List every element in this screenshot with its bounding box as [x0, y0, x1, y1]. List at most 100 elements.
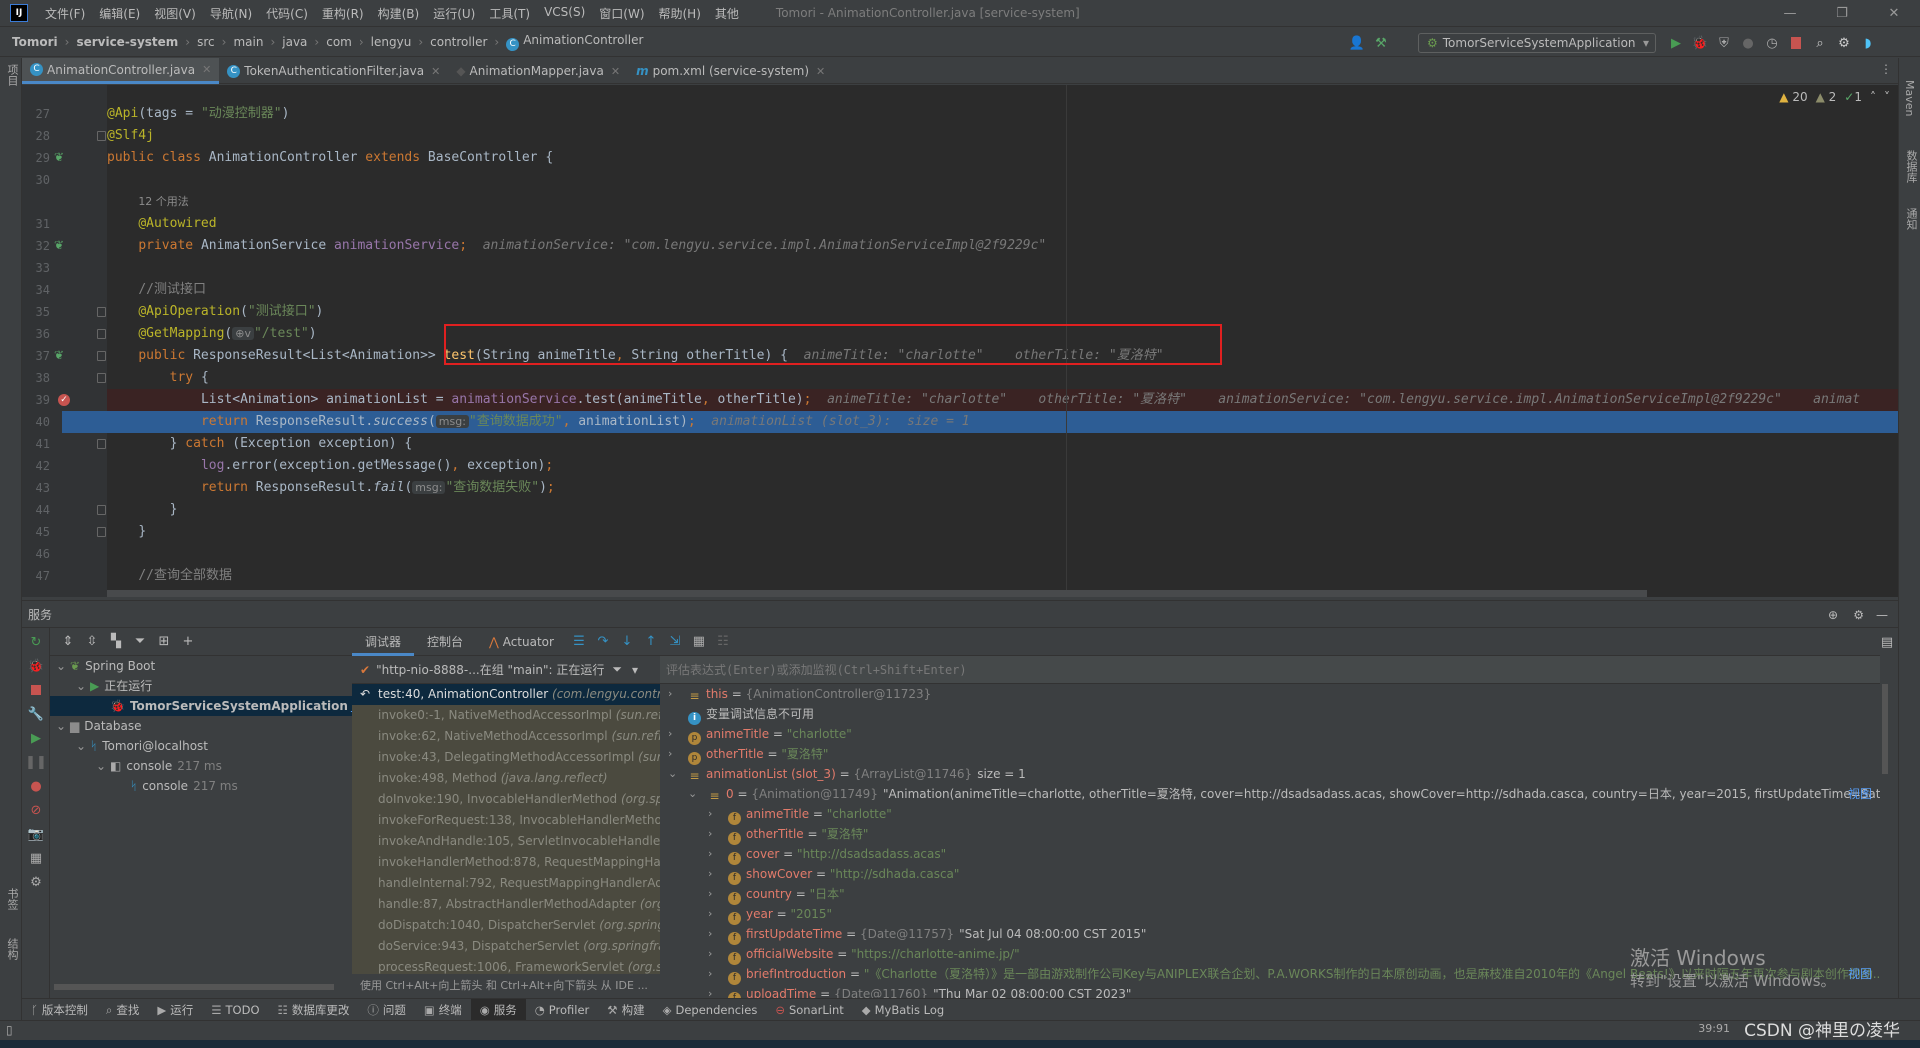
chevron-down-icon[interactable]: ⌄: [76, 736, 90, 756]
stack-frame[interactable]: handleInternal:792, RequestMappingHandle…: [352, 873, 660, 894]
line-number[interactable]: 45: [22, 525, 50, 539]
breadcrumb-item[interactable]: C AnimationController: [506, 33, 643, 51]
service-tree-item[interactable]: ⌄ ▶ 正在运行: [50, 676, 352, 696]
line-number[interactable]: 28: [22, 129, 50, 143]
structure-tool-tab[interactable]: 结构: [4, 938, 20, 960]
breadcrumb-item[interactable]: lengyu: [371, 35, 412, 49]
tree-horizontal-scrollbar[interactable]: [54, 984, 334, 990]
variable-row[interactable]: › f cover = "http://dsadsadass.acas": [660, 844, 1880, 865]
close-tab-icon[interactable]: ✕: [611, 65, 620, 78]
add-service-icon[interactable]: +: [176, 632, 200, 652]
stop-icon[interactable]: [24, 680, 48, 700]
close-tab-icon[interactable]: ✕: [816, 65, 825, 78]
step-over-icon[interactable]: ↷: [591, 632, 615, 652]
close-icon[interactable]: ✕: [1868, 0, 1920, 27]
menu-item[interactable]: 其他: [708, 5, 746, 22]
stack-frame[interactable]: doService:943, DispatcherServlet (org.sp…: [352, 936, 660, 957]
next-highlight-icon[interactable]: ˅: [1884, 90, 1890, 104]
chevron-right-icon[interactable]: ›: [708, 864, 712, 884]
debug-icon[interactable]: 🐞: [1688, 33, 1712, 53]
settings-icon[interactable]: ⚙: [24, 872, 48, 892]
crosshair-icon[interactable]: ⊕: [1828, 601, 1838, 629]
line-number[interactable]: 27: [22, 107, 50, 121]
stack-frame[interactable]: invokeAndHandle:105, ServletInvocableHan…: [352, 831, 660, 852]
restore-icon[interactable]: ❐: [1816, 0, 1868, 27]
typo-count[interactable]: ✓1: [1844, 90, 1862, 104]
editor-tab[interactable]: ◆ AnimationMapper.java ✕: [448, 58, 628, 84]
stack-frame[interactable]: doDispatch:1040, DispatcherServlet (org.…: [352, 915, 660, 936]
caret-position[interactable]: 39:91: [1698, 1022, 1730, 1035]
line-number[interactable]: 39: [22, 393, 50, 407]
stack-frame[interactable]: invokeHandlerMethod:878, RequestMappingH…: [352, 852, 660, 873]
stack-frame[interactable]: invoke:43, DelegatingMethodAccessorImpl …: [352, 747, 660, 768]
coverage-icon[interactable]: ⛨: [1712, 33, 1736, 53]
chevron-right-icon[interactable]: ›: [668, 724, 672, 744]
menu-item[interactable]: 视图(V): [147, 5, 203, 22]
service-tree-item[interactable]: ⌄ ᛋ Tomori@localhost: [50, 736, 352, 756]
collapse-all-icon[interactable]: ⇳: [80, 632, 104, 652]
build-hammer-icon[interactable]: ⚒: [1369, 33, 1393, 53]
step-out-icon[interactable]: ↑: [639, 632, 663, 652]
chevron-right-icon[interactable]: ›: [668, 744, 672, 764]
line-number[interactable]: 35: [22, 305, 50, 319]
layout-menu-icon[interactable]: ☰: [567, 632, 591, 652]
run-to-cursor-icon[interactable]: ⇲: [663, 632, 687, 652]
variables-scrollbar[interactable]: [1882, 684, 1888, 774]
editor-tab[interactable]: C TokenAuthenticationFilter.java ✕: [219, 58, 448, 84]
minimize-icon[interactable]: —: [1764, 0, 1816, 27]
inspection-widget[interactable]: ▲ 20 ▲ 2 ✓1 ˄ ˅: [1779, 90, 1890, 104]
variable-row[interactable]: › f country = "日本": [660, 884, 1880, 905]
view-link[interactable]: 视图: [1848, 964, 1872, 984]
chevron-right-icon[interactable]: ›: [708, 964, 712, 984]
filter-icon[interactable]: ⏷: [128, 632, 152, 652]
variable-row[interactable]: ⌄ ≡ 0 = {Animation@11749} "Animation(animeT…: [660, 784, 1880, 804]
stack-frame[interactable]: invoke:498, Method (java.lang.reflect): [352, 768, 660, 789]
notifications-tool-tab[interactable]: 通知: [1903, 208, 1919, 230]
close-tab-icon[interactable]: ✕: [431, 65, 440, 78]
menu-item[interactable]: 重构(R): [315, 5, 371, 22]
profile-icon[interactable]: ●: [1736, 33, 1760, 53]
run-icon[interactable]: ▶: [1664, 33, 1688, 53]
editor-tab[interactable]: m pom.xml (service-system) ✕: [628, 58, 833, 84]
chevron-right-icon[interactable]: ›: [708, 824, 712, 844]
service-tree-item[interactable]: ⌄ ▆ Database: [50, 716, 352, 736]
search-icon[interactable]: ⌕: [1808, 33, 1832, 53]
view-link[interactable]: 视图: [1848, 784, 1872, 804]
filter-icon[interactable]: ⏷: [612, 662, 622, 677]
chevron-right-icon[interactable]: ›: [708, 924, 712, 944]
restore-layout-icon[interactable]: ▤: [1875, 632, 1899, 652]
chevron-down-icon[interactable]: ⌄: [56, 656, 70, 676]
fold-marker-icon[interactable]: [97, 505, 106, 515]
warning-count[interactable]: ▲ 20: [1779, 90, 1807, 104]
stack-frame[interactable]: doInvoke:190, InvocableHandlerMethod (or…: [352, 789, 660, 810]
gear-icon[interactable]: ⚙: [1853, 601, 1864, 629]
tool-window-vcs[interactable]: ᚴ 版本控制: [22, 999, 97, 1021]
debug-icon[interactable]: 🐞: [24, 656, 48, 676]
variable-row[interactable]: › f firstUpdateTime = {Date@11757} "Sat Jul…: [660, 924, 1880, 945]
breadcrumb-item[interactable]: java: [282, 35, 307, 49]
autowired-icon[interactable]: ❦: [54, 238, 64, 252]
spring-bean-icon[interactable]: ❦: [54, 150, 64, 164]
hide-panel-icon[interactable]: —: [1876, 601, 1888, 629]
close-tab-icon[interactable]: ✕: [202, 63, 211, 76]
tab-actuator[interactable]: ⋀ Actuator: [476, 628, 567, 656]
pause-icon[interactable]: ❚❚: [24, 752, 48, 772]
line-number[interactable]: 40: [22, 415, 50, 429]
line-number[interactable]: 44: [22, 503, 50, 517]
variable-row[interactable]: › ≡ this = {AnimationController@11723}: [660, 684, 1880, 704]
trace-icon[interactable]: ☷: [711, 632, 735, 652]
evaluate-icon[interactable]: ▦: [687, 632, 711, 652]
chevron-down-icon[interactable]: ⌄: [76, 676, 90, 696]
chevron-down-icon[interactable]: ▾: [632, 663, 638, 677]
line-number[interactable]: 36: [22, 327, 50, 341]
line-number[interactable]: 43: [22, 481, 50, 495]
maven-tool-tab[interactable]: Maven: [1903, 80, 1916, 116]
tool-window-mybatis[interactable]: ◆ MyBatis Log: [853, 999, 953, 1021]
services-tree[interactable]: ⌄ ❦ Spring Boot ⌄ ▶ 正在运行 🐞 TomorServiceSystemAp…: [50, 656, 378, 998]
tool-window-run[interactable]: ▶ 运行: [148, 999, 202, 1021]
chevron-right-icon[interactable]: ›: [708, 844, 712, 864]
variable-row[interactable]: › f animeTitle = "charlotte": [660, 804, 1880, 825]
weak-warning-count[interactable]: ▲ 2: [1816, 90, 1837, 104]
database-tool-tab[interactable]: 数据库: [1903, 150, 1919, 183]
service-tree-item[interactable]: ᛋ console 217 ms: [50, 776, 352, 796]
